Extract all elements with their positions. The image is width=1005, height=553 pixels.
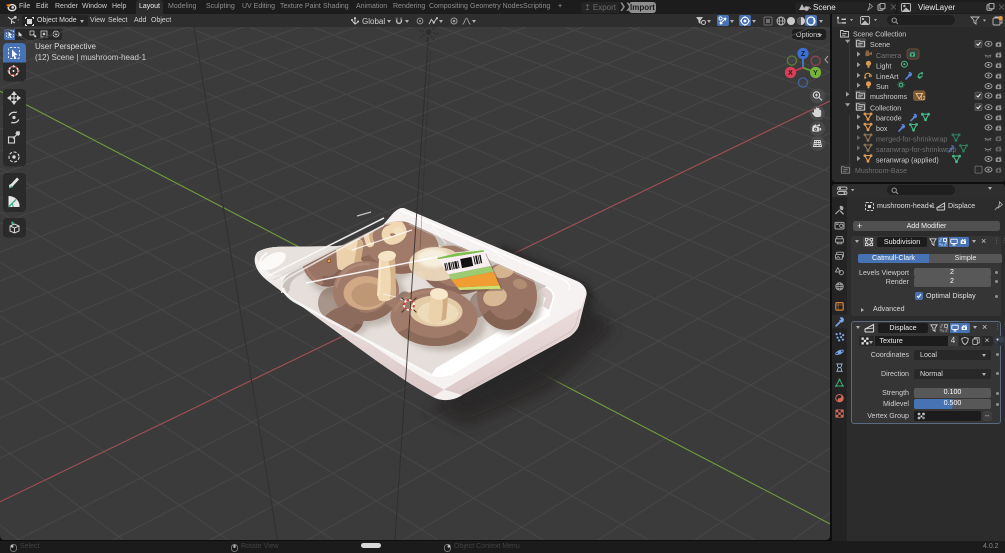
svg-text:Mushroom-Base: Mushroom-Base [855, 167, 907, 175]
svg-text:X: X [788, 70, 793, 77]
svg-text:Light: Light [876, 62, 891, 70]
svg-text:box: box [876, 125, 888, 133]
svg-text:Scene Collection: Scene Collection [853, 31, 906, 39]
svg-text:Scene: Scene [870, 41, 890, 49]
svg-text:barcode: barcode [876, 115, 902, 123]
svg-text:Camera: Camera [876, 52, 901, 60]
svg-text:User Perspective: User Perspective [35, 42, 96, 51]
svg-text:LineArt: LineArt [876, 73, 899, 81]
svg-text:saranwrap-for-shrinkwrap: saranwrap-for-shrinkwrap [876, 146, 956, 154]
svg-text:(12) Scene | mushroom-head-1: (12) Scene | mushroom-head-1 [35, 53, 147, 62]
svg-text:mushrooms: mushrooms [870, 93, 908, 101]
svg-text:Collection: Collection [870, 105, 901, 113]
svg-text:12: 12 [920, 96, 926, 102]
svg-text:Z: Z [801, 51, 806, 58]
svg-text:seranwrap (applied): seranwrap (applied) [876, 156, 939, 164]
svg-text:Sun: Sun [876, 83, 889, 91]
svg-text:merged-for-shrinkwrap: merged-for-shrinkwrap [876, 136, 947, 144]
svg-text:Y: Y [813, 70, 818, 77]
